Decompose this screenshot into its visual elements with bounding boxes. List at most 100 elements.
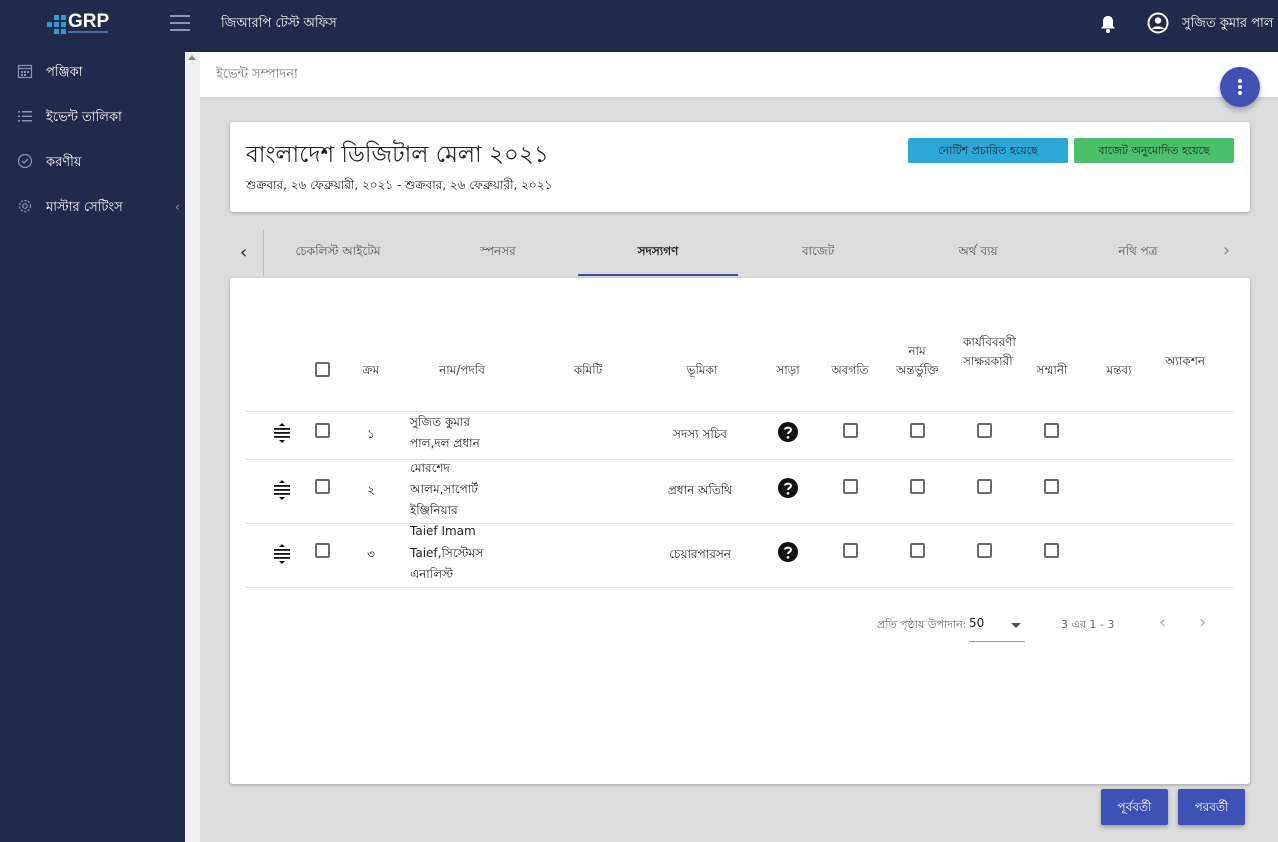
list-icon	[18, 111, 32, 122]
breadcrumb-bar: ইভেন্ট সম্পাদনা	[200, 52, 1278, 98]
more-options-button[interactable]	[1220, 67, 1260, 107]
chevron-right-icon[interactable]: ›	[1223, 240, 1243, 266]
header-name-included: নাম অন্তর্ভুক্তি	[896, 344, 939, 377]
minutes-signer-checkbox[interactable]	[977, 423, 992, 438]
office-name: জিআরপি টেস্ট অফিস	[221, 16, 337, 31]
member-name-line2: পাল,দল প্রধান	[410, 436, 480, 450]
scroll-up-icon[interactable]	[188, 55, 196, 60]
breadcrumb: ইভেন্ট সম্পাদনা	[216, 67, 298, 82]
event-header-card: বাংলাদেশ ডিজিটাল মেলা ২০২১ শুক্রবার, ২৬ …	[230, 122, 1250, 212]
sidebar-item-label: পঞ্জিকা	[46, 65, 83, 80]
row-select-checkbox[interactable]	[315, 423, 330, 438]
items-per-page-select[interactable]: 50	[969, 610, 1025, 642]
check-circle-icon	[17, 153, 33, 169]
question-icon[interactable]	[777, 477, 799, 499]
previous-button[interactable]: পূর্ববর্তী	[1101, 789, 1168, 825]
name-included-checkbox[interactable]	[910, 423, 925, 438]
minutes-signer-checkbox[interactable]	[977, 479, 992, 494]
row-select-checkbox[interactable]	[315, 543, 330, 558]
row-serial: ২	[367, 483, 375, 497]
divider	[245, 523, 1234, 524]
select-all-checkbox[interactable]	[315, 362, 330, 377]
chevron-left-icon: ‹	[175, 200, 180, 214]
minutes-signer-checkbox[interactable]	[977, 543, 992, 558]
divider	[245, 459, 1234, 460]
sidebar-item-label: মাস্টার সেটিংস	[46, 200, 123, 215]
header-remarks: মন্তব্য	[1106, 363, 1132, 377]
divider	[245, 411, 1234, 412]
sidebar-item-master-settings[interactable]: মাস্টার সেটিংস ‹	[0, 187, 185, 227]
informed-checkbox[interactable]	[843, 543, 858, 558]
members-card: ক্রম নাম/পদবি কমিটি ভূমিকা সাড়া অবগতি ন…	[230, 278, 1250, 784]
scrollbar[interactable]	[185, 52, 200, 842]
logo-text: GRP	[68, 11, 110, 32]
logo-underline	[68, 31, 108, 33]
tab-members[interactable]: সদস্যগণ	[578, 230, 738, 276]
member-name-line3: ইঞ্জিনিয়ার	[410, 503, 458, 517]
top-bar: GRP জিআরপি টেস্ট অফিস সুজিত কুমার পাল	[0, 0, 1278, 52]
header-response: সাড়া	[776, 363, 800, 377]
items-per-page-value: 50	[969, 616, 985, 630]
sidebar-item-calendar[interactable]: পঞ্জিকা	[0, 52, 185, 92]
name-included-checkbox[interactable]	[910, 479, 925, 494]
tab-sponsor[interactable]: স্পনসর	[418, 230, 578, 276]
notice-published-badge: নোটিশ প্রচারিত হয়েছে	[908, 138, 1068, 163]
member-name-line1: Taief Imam	[410, 524, 476, 538]
sidebar-item-label: ইভেন্ট তালিকা	[46, 110, 122, 125]
next-button[interactable]: পরবর্তী	[1178, 789, 1245, 825]
chevron-left-icon: ‹	[240, 242, 248, 263]
question-icon[interactable]	[777, 541, 799, 563]
honorarium-checkbox[interactable]	[1044, 543, 1059, 558]
gear-icon	[18, 199, 32, 213]
tab-documents[interactable]: নথি পত্র	[1058, 230, 1218, 276]
tab-bar: ‹ চেকলিস্ট আইটেম স্পনসর সদস্যগণ বাজেট অর…	[230, 230, 1250, 276]
event-date-range: শুক্রবার, ২৬ ফেব্রুয়ারী, ২০২১ - শুক্রবা…	[246, 178, 553, 192]
previous-page-button[interactable]: ‹	[1159, 612, 1166, 633]
drag-handle-icon[interactable]	[272, 543, 292, 565]
row-select-checkbox[interactable]	[315, 479, 330, 494]
member-name-line2: আলম,সাপোর্ট	[410, 482, 478, 496]
menu-toggle-icon[interactable]	[170, 15, 190, 33]
header-serial: ক্রম	[362, 363, 380, 377]
header-minutes-signer: কার্যবিবরণী সাক্ষরকারী	[963, 335, 1016, 368]
budget-approved-badge: বাজেট অনুমোদিত হয়েছে	[1074, 138, 1234, 163]
bell-icon[interactable]	[1099, 14, 1117, 34]
tab-budget[interactable]: বাজেট	[738, 230, 898, 276]
sidebar-item-event-list[interactable]: ইভেন্ট তালিকা	[0, 97, 185, 137]
items-per-page-label: প্রতি পৃষ্ঠায় উপাদান:	[877, 618, 967, 631]
member-role: চেয়ারপারসন	[669, 547, 731, 561]
calendar-icon	[17, 64, 33, 79]
drag-handle-icon[interactable]	[272, 422, 292, 444]
user-name[interactable]: সুজিত কুমার পাল	[1182, 14, 1273, 35]
member-name-line1: মোরশেদ	[410, 461, 450, 475]
logo-grid-icon	[47, 15, 67, 35]
member-role: সদস্য সচিব	[673, 427, 727, 441]
sidebar-item-label: করণীয়	[46, 155, 82, 170]
member-role: প্রধান অতিথি	[667, 483, 733, 497]
header-action: অ্যাকশন	[1164, 354, 1205, 368]
name-included-checkbox[interactable]	[910, 543, 925, 558]
honorarium-checkbox[interactable]	[1044, 423, 1059, 438]
next-page-button[interactable]: ›	[1199, 612, 1206, 633]
header-committee: কমিটি	[573, 363, 603, 377]
member-name-line2: Taief,সিস্টেমস	[410, 546, 484, 560]
question-icon[interactable]	[777, 421, 799, 443]
tab-expenditure[interactable]: অর্থ ব্যয়	[898, 230, 1058, 276]
divider	[245, 587, 1234, 588]
drag-handle-icon[interactable]	[272, 479, 292, 501]
account-circle-icon[interactable]	[1147, 12, 1169, 34]
header-honorarium: সম্মানী	[1036, 363, 1068, 377]
row-serial: ৩	[367, 547, 375, 561]
honorarium-checkbox[interactable]	[1044, 479, 1059, 494]
informed-checkbox[interactable]	[843, 479, 858, 494]
header-role: ভূমিকা	[686, 363, 718, 377]
page-title: বাংলাদেশ ডিজিটাল মেলা ২০২১	[246, 142, 549, 168]
informed-checkbox[interactable]	[843, 423, 858, 438]
header-informed: অবগতি	[831, 363, 869, 377]
sidebar-item-todo[interactable]: করণীয়	[0, 142, 185, 182]
member-name-line1: সুজিত কুমার	[410, 415, 471, 429]
member-name-line3: এনালিস্ট	[410, 567, 454, 581]
tab-checklist[interactable]: চেকলিস্ট আইটেম	[258, 230, 418, 276]
dropdown-arrow-icon	[1011, 623, 1021, 628]
grp-logo[interactable]: GRP	[47, 11, 109, 37]
